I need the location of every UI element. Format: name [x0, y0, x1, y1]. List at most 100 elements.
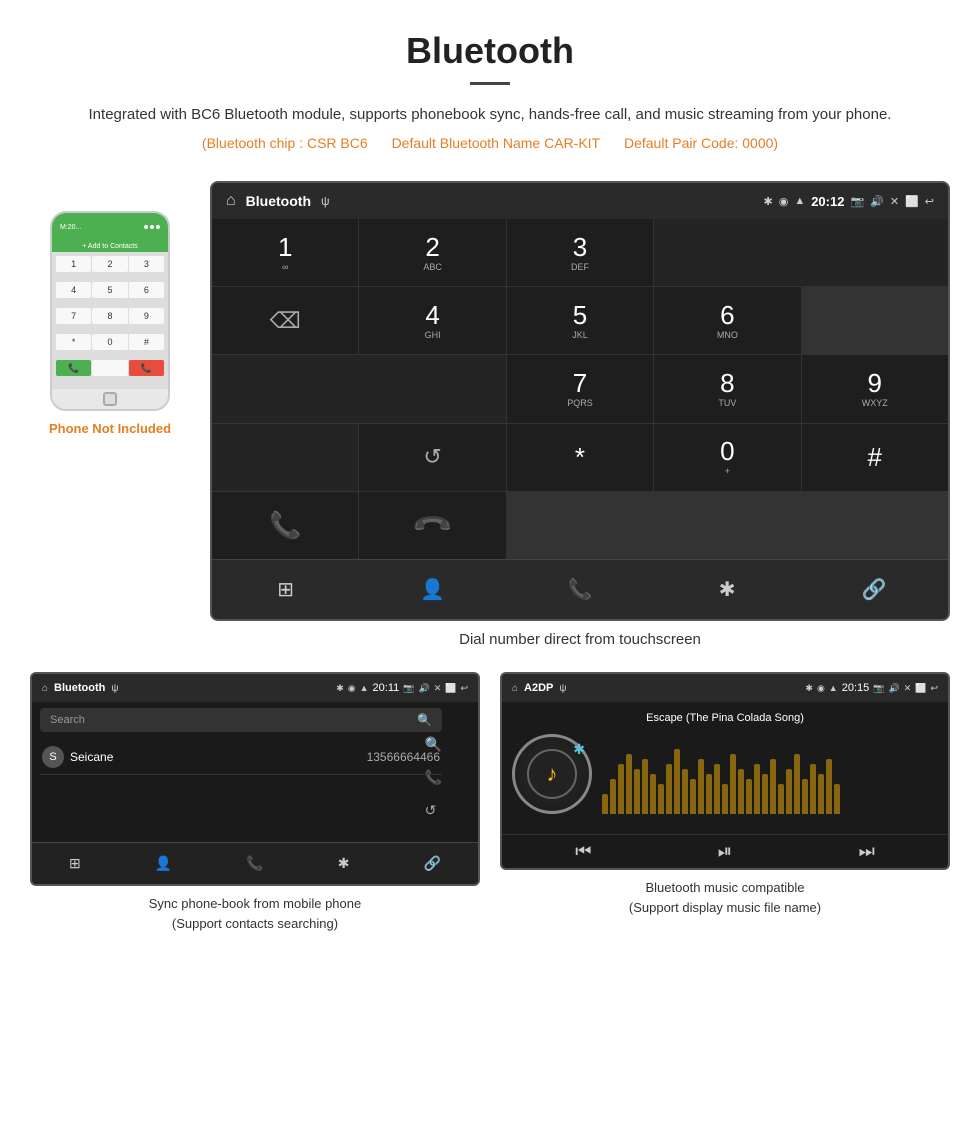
search-bar[interactable]: Search 🔍: [40, 708, 442, 732]
bottom-grid-icon[interactable]: ⊞: [261, 565, 311, 615]
pb-close-icon[interactable]: ✕: [434, 683, 442, 694]
dial-end-btn[interactable]: 📞: [359, 492, 505, 559]
phone-home-btn[interactable]: [103, 392, 117, 406]
bt-overlay-icon: ✱: [573, 741, 585, 758]
dial-redial[interactable]: ↺: [359, 424, 505, 491]
dial-sub-0: +: [725, 466, 730, 476]
music-status-left: ⌂ A2DP ψ: [512, 682, 567, 694]
pb-status-title: Bluetooth: [54, 682, 105, 694]
dial-status-time: 20:12: [811, 194, 844, 209]
bottom-contacts-icon[interactable]: 👤: [408, 565, 458, 615]
pb-phone-icon2[interactable]: 📞: [246, 855, 263, 872]
bottom-link-icon[interactable]: 🔗: [849, 565, 899, 615]
music-vol-icon[interactable]: 🔊: [888, 683, 899, 694]
music-cam-icon[interactable]: 📷: [873, 683, 884, 694]
dial-num-4: 4: [425, 302, 439, 328]
search-icon[interactable]: 🔍: [417, 713, 432, 727]
contact-row[interactable]: S Seicane 13566664466: [40, 740, 442, 775]
pb-side-icons: 🔍 📞 ↺: [425, 736, 442, 819]
dial-num-7: 7: [573, 370, 587, 396]
phone-key-6[interactable]: 6: [129, 282, 164, 298]
phone-key-7[interactable]: 7: [56, 308, 91, 324]
music-home-icon[interactable]: ⌂: [512, 683, 518, 694]
phone-image: M:20... + Add to Contacts 1 2 3 4 5 6 7 …: [50, 211, 170, 411]
dial-key-star[interactable]: *: [507, 424, 653, 491]
close-icon[interactable]: ✕: [890, 195, 899, 208]
phone-bottom: [52, 389, 168, 409]
album-art: ♪ ✱: [512, 734, 592, 814]
dial-key-5[interactable]: 5 JKL: [507, 287, 653, 354]
eq-bar: [794, 754, 800, 814]
prev-track-btn[interactable]: ⏮: [575, 841, 591, 862]
home-icon[interactable]: ⌂: [226, 192, 236, 210]
pb-person-icon[interactable]: 👤: [155, 855, 172, 872]
eq-bar: [610, 779, 616, 814]
bottom-phone-icon[interactable]: 📞: [555, 565, 605, 615]
phone-key-9[interactable]: 9: [129, 308, 164, 324]
pb-side-search-icon[interactable]: 🔍: [425, 736, 442, 753]
music-content: Escape (The Pina Colada Song) ♪ ✱: [502, 702, 948, 830]
music-close-icon[interactable]: ✕: [904, 683, 912, 694]
phone-key-5[interactable]: 5: [92, 282, 127, 298]
dial-statusbar: ⌂ Bluetooth ψ ✱ ◉ ▲ 20:12 📷 🔊 ✕ ⬜ ↩: [212, 183, 948, 219]
music-caption: Bluetooth music compatible (Support disp…: [500, 878, 950, 917]
phone-key-2[interactable]: 2: [92, 256, 127, 272]
phonebook-screen: ⌂ Bluetooth ψ ✱ ◉ ▲ 20:11 📷 🔊 ✕ ⬜ ↩: [30, 672, 480, 886]
dial-num-3: 3: [573, 234, 587, 260]
pb-side-phone-icon[interactable]: 📞: [425, 769, 442, 786]
window-icon[interactable]: ⬜: [905, 195, 919, 208]
phone-end-btn[interactable]: 📞: [129, 360, 164, 376]
dial-key-4[interactable]: 4 GHI: [359, 287, 505, 354]
dial-key-6[interactable]: 6 MNO: [654, 287, 800, 354]
camera-icon[interactable]: 📷: [850, 195, 864, 208]
pb-side-refresh-icon[interactable]: ↺: [425, 802, 442, 819]
dial-key-0[interactable]: 0 +: [654, 424, 800, 491]
phone-key-star[interactable]: *: [56, 334, 91, 350]
dial-display-area: [654, 219, 948, 286]
dial-backspace[interactable]: ⌫: [212, 287, 358, 354]
pb-home-icon[interactable]: ⌂: [42, 683, 48, 694]
play-pause-btn[interactable]: ⏯: [718, 841, 732, 862]
equalizer: [602, 744, 840, 814]
phone-section: M:20... + Add to Contacts 1 2 3 4 5 6 7 …: [30, 181, 190, 436]
pb-vol-icon[interactable]: 🔊: [418, 683, 429, 694]
dial-key-3[interactable]: 3 DEF: [507, 219, 653, 286]
bottom-bluetooth-icon[interactable]: ✱: [702, 565, 752, 615]
dial-key-9[interactable]: 9 WXYZ: [802, 355, 948, 422]
phone-key-4[interactable]: 4: [56, 282, 91, 298]
pb-grid-icon[interactable]: ⊞: [69, 855, 81, 872]
phone-key-8[interactable]: 8: [92, 308, 127, 324]
music-back-icon[interactable]: ↩: [930, 683, 938, 694]
dial-key-8[interactable]: 8 TUV: [654, 355, 800, 422]
contact-info: S Seicane: [42, 746, 113, 768]
phone-key-1[interactable]: 1: [56, 256, 91, 272]
search-placeholder: Search: [50, 714, 85, 726]
dial-key-7[interactable]: 7 PQRS: [507, 355, 653, 422]
back-icon[interactable]: ↩: [925, 195, 934, 208]
eq-bar: [634, 769, 640, 814]
phone-key-hash[interactable]: #: [129, 334, 164, 350]
pb-back-icon[interactable]: ↩: [460, 683, 468, 694]
contact-name: Seicane: [70, 750, 113, 764]
dial-key-1[interactable]: 1 ∞: [212, 219, 358, 286]
call-icon: 📞: [269, 510, 301, 541]
dial-key-2[interactable]: 2 ABC: [359, 219, 505, 286]
pb-bt-icon2[interactable]: ✱: [338, 855, 350, 872]
pb-cam-icon[interactable]: 📷: [403, 683, 414, 694]
dial-num-1: 1: [278, 234, 292, 260]
volume-icon[interactable]: 🔊: [870, 195, 884, 208]
music-win-icon[interactable]: ⬜: [915, 683, 926, 694]
dial-call-btn[interactable]: 📞: [212, 492, 358, 559]
phonebook-wrapper: ⌂ Bluetooth ψ ✱ ◉ ▲ 20:11 📷 🔊 ✕ ⬜ ↩: [30, 672, 480, 886]
status-left: ⌂ Bluetooth ψ: [226, 192, 330, 210]
dial-key-hash[interactable]: #: [802, 424, 948, 491]
phone-call-btn[interactable]: 📞: [56, 360, 91, 376]
phone-key-0[interactable]: 0: [92, 334, 127, 350]
pb-win-icon[interactable]: ⬜: [445, 683, 456, 694]
eq-bar: [658, 784, 664, 814]
next-track-btn[interactable]: ⏭: [859, 841, 875, 862]
phone-dots: [144, 225, 160, 229]
dial-sub-3: DEF: [571, 262, 589, 272]
pb-link-icon[interactable]: 🔗: [423, 855, 440, 872]
phone-key-3[interactable]: 3: [129, 256, 164, 272]
